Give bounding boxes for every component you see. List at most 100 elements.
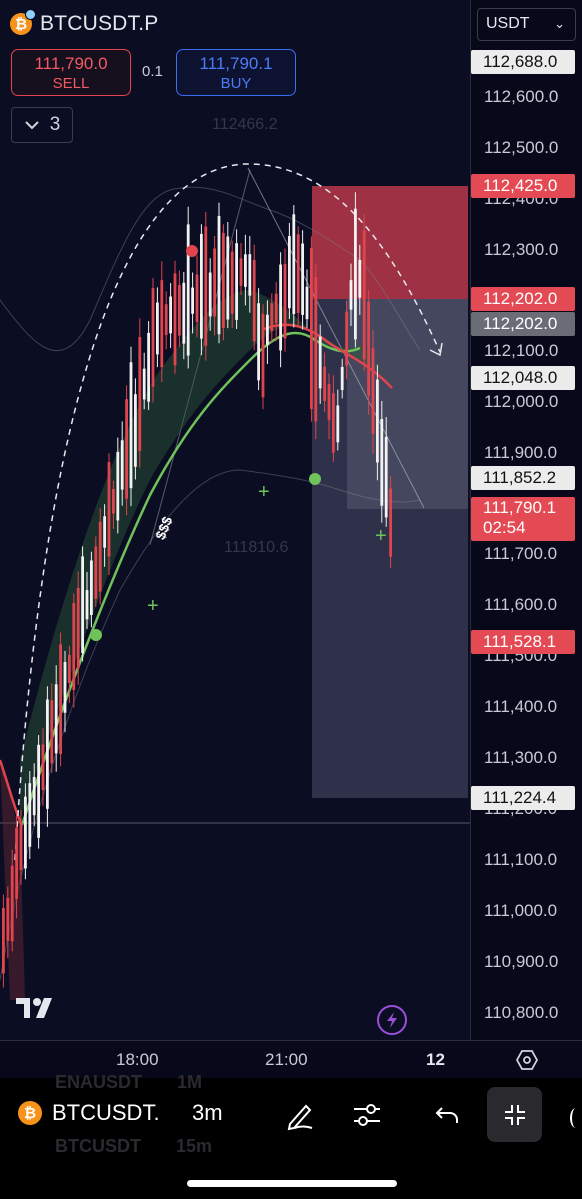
candle-body: [354, 208, 357, 340]
bitcoin-icon: ₿: [18, 1101, 42, 1125]
candle-body: [332, 393, 335, 453]
candle-body: [156, 302, 159, 355]
time-label: 12: [426, 1050, 445, 1069]
ghost-symbol-top: ENAUSDT 1M: [55, 1072, 203, 1092]
interval-switcher[interactable]: 3m: [192, 1100, 223, 1126]
candle-body: [376, 379, 379, 463]
candle-body: [371, 348, 375, 434]
candle-body: [24, 796, 27, 869]
candle-body: [164, 304, 168, 336]
symbol-switcher[interactable]: ₿ BTCUSDT.: [18, 1100, 160, 1126]
candle-body: [323, 366, 326, 401]
candle-body: [63, 662, 67, 713]
candle-body: [68, 654, 71, 683]
sell-signal-dot: [186, 245, 198, 257]
price-tag-mid: 111,852.2: [471, 466, 575, 490]
candle-body: [134, 394, 137, 467]
settings-hexagon-icon[interactable]: [516, 1049, 538, 1071]
sell-price: 111,790.0: [34, 54, 108, 73]
candle-body: [46, 699, 49, 809]
price-tick: 111,000.0: [484, 901, 558, 920]
price-tick: 111,100.0: [484, 850, 558, 869]
candle-body: [90, 560, 93, 615]
currency-select[interactable]: USDT ⌄: [477, 8, 576, 41]
price-tag-entry-grey: 112,202.0: [471, 312, 575, 336]
lightning-icon: [387, 1012, 397, 1028]
candle-body: [41, 744, 45, 791]
home-indicator[interactable]: [187, 1180, 397, 1187]
pencil-icon: [287, 1104, 313, 1131]
candle-body: [98, 521, 102, 592]
chart-area[interactable]: + + + 112466.2 111810.6 $$$ ₿ BTCUSDT.P …: [0, 0, 470, 1040]
candle-body: [204, 226, 208, 346]
indicators-toggle-button[interactable]: 3: [11, 107, 73, 143]
candle-body: [200, 233, 203, 339]
price-tick: 111,700.0: [484, 544, 558, 563]
symbol-header[interactable]: ₿ BTCUSDT.P: [10, 9, 158, 36]
buy-cross-marker: +: [258, 481, 270, 503]
candle-body: [37, 744, 40, 838]
candle-body: [226, 236, 230, 320]
candle-body: [107, 462, 111, 557]
price-tick: 112,300.0: [484, 240, 559, 259]
candle-body: [305, 286, 309, 320]
candle-body: [28, 783, 32, 847]
fullscreen-toggle-button[interactable]: [487, 1087, 542, 1142]
price-tick: 111,900.0: [484, 443, 558, 462]
candle-body: [72, 602, 76, 690]
lightning-button[interactable]: [377, 1005, 407, 1035]
candle-body: [191, 287, 194, 314]
ghost-symbol-bottom: BTCUSDT 15m: [55, 1136, 213, 1156]
indicator-count: 3: [49, 114, 61, 135]
candle-body: [178, 285, 181, 336]
candle-body: [283, 263, 287, 339]
candle-body: [270, 303, 274, 331]
candle-body: [50, 700, 54, 764]
price-tag-ema: 112,048.0: [471, 366, 575, 390]
candle-body: [59, 644, 62, 755]
candle-body: [358, 259, 362, 298]
drawing-tools-button[interactable]: [284, 1100, 316, 1132]
buy-signal-dot: [309, 473, 321, 485]
candle-body: [94, 546, 98, 599]
candle-body: [151, 288, 155, 387]
candle-body: [288, 235, 291, 309]
candle-body: [257, 303, 260, 381]
chevron-down-icon: [24, 121, 39, 130]
candle-body: [274, 293, 278, 324]
candle-body: [195, 274, 199, 322]
candle-body: [54, 684, 58, 754]
price-tag-target: 111,528.1: [471, 630, 575, 654]
candle-body: [222, 232, 225, 328]
candle-body: [76, 587, 80, 669]
indicators-button[interactable]: [352, 1100, 382, 1130]
price-tick: 110,900.0: [484, 952, 559, 971]
candle-body: [340, 366, 344, 391]
candle-body: [125, 399, 128, 499]
candle-body: [266, 314, 269, 345]
buy-price: 111,790.1: [199, 54, 273, 73]
time-label: 18:00: [116, 1050, 159, 1069]
price-tag-stop: 112,425.0: [471, 174, 575, 198]
candle-body: [213, 248, 216, 317]
time-label: 21:00: [265, 1050, 308, 1069]
candlestick-chart[interactable]: + + +: [0, 0, 470, 1040]
buy-cross-marker: +: [375, 525, 387, 547]
candle-body: [6, 897, 10, 941]
more-tools-edge[interactable]: [570, 1108, 582, 1128]
price-tag-high: 112,688.0: [471, 50, 575, 74]
stop-loss-zone: [312, 186, 468, 299]
sell-button[interactable]: 111,790.0 SELL: [11, 49, 131, 96]
candle-body: [173, 273, 177, 366]
low-marker-label: 111810.6: [224, 539, 289, 556]
buy-button[interactable]: 111,790.1 BUY: [176, 49, 296, 96]
sell-label: SELL: [52, 75, 90, 92]
candle-body: [380, 418, 384, 506]
candle-body: [349, 280, 353, 310]
candle-body: [138, 337, 142, 451]
candle-body: [296, 234, 300, 314]
candle-body: [169, 296, 172, 334]
candle-body: [230, 251, 234, 314]
candle-body: [345, 311, 348, 366]
undo-button[interactable]: [434, 1102, 460, 1128]
